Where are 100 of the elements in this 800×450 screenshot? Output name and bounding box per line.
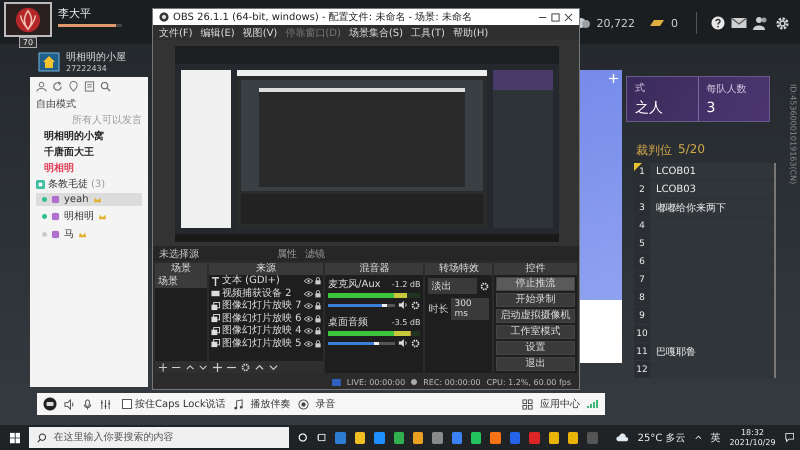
house-icon[interactable] [38, 52, 60, 72]
source-item[interactable]: 图像幻灯片放映 7 [222, 300, 302, 312]
duration-field[interactable]: 300 ms [451, 298, 490, 320]
menu-item[interactable]: 编辑(E) [200, 26, 235, 40]
chevron-up-icon[interactable] [694, 435, 702, 440]
menu-item[interactable]: 场景集合(S) [348, 26, 404, 40]
taskbar-search-field[interactable]: 在这里输入你要搜索的内容 [29, 427, 290, 448]
eye-icon[interactable] [304, 290, 314, 297]
taskbar-app-icon[interactable] [335, 432, 346, 444]
record-button[interactable]: 录音 [316, 397, 336, 411]
help-icon[interactable] [711, 16, 725, 30]
checkbox[interactable] [122, 399, 132, 409]
eye-icon[interactable] [304, 278, 314, 284]
app-center-button[interactable]: 应用中心 [540, 397, 580, 411]
cortana-icon[interactable] [298, 432, 308, 443]
friends-icon[interactable] [753, 16, 769, 30]
accompaniment-button[interactable]: 播放伴奏 [250, 397, 291, 411]
control-button[interactable]: 开始录制 [496, 293, 575, 307]
push-to-talk-checkbox[interactable]: 按住Caps Lock说话 [122, 397, 226, 411]
source-item[interactable]: 图像幻灯片放映 4 [222, 325, 302, 338]
equalizer-icon[interactable] [100, 398, 111, 410]
player-avatar[interactable] [4, 2, 52, 37]
control-button[interactable]: 启动虚拟摄像机 [496, 309, 575, 323]
source-item[interactable]: 图像幻灯片放映 6 [222, 312, 302, 325]
settings-icon[interactable] [480, 282, 490, 290]
menu-item[interactable]: 工具(T) [411, 26, 445, 40]
lock-icon[interactable] [315, 340, 322, 348]
speaker-icon[interactable] [64, 398, 75, 410]
person-icon[interactable] [36, 81, 47, 92]
move-down-icon[interactable] [269, 362, 278, 372]
location-icon[interactable] [68, 81, 79, 92]
taskbar-app-icon[interactable] [354, 432, 366, 444]
lock-icon[interactable] [315, 302, 322, 310]
source-item[interactable]: 文本 (GDI+) [222, 275, 302, 288]
control-button[interactable]: 退出 [496, 357, 575, 371]
source-item[interactable]: 图像幻灯片放映 5 [222, 338, 302, 350]
add-icon[interactable] [213, 362, 222, 372]
taskbar-app-icon[interactable] [374, 432, 385, 444]
filters-button[interactable]: 滤镜 [305, 246, 325, 260]
menu-item[interactable]: 文件(F) [159, 26, 193, 40]
notes-icon[interactable] [84, 81, 95, 92]
settings-icon[interactable] [411, 300, 420, 310]
move-up-icon[interactable] [186, 362, 194, 372]
close-icon[interactable] [564, 12, 573, 22]
menu-item[interactable]: 帮助(H) [452, 26, 488, 40]
lock-icon[interactable] [315, 277, 322, 286]
weather-text[interactable]: 25°C 多云 [638, 430, 686, 444]
lock-icon[interactable] [315, 327, 322, 336]
taskbar-app-icon[interactable] [548, 432, 559, 444]
group-name[interactable]: 条教毛徒 [48, 177, 88, 191]
lock-icon[interactable] [315, 290, 322, 298]
clock-time[interactable]: 18:32 [740, 428, 764, 438]
referee-slot[interactable]: 5 [634, 235, 774, 252]
notification-icon[interactable] [784, 432, 794, 443]
source-item[interactable]: 视频捕获设备 2 [222, 288, 302, 300]
add-icon[interactable] [159, 362, 168, 372]
settings-icon[interactable] [241, 362, 250, 372]
control-button[interactable]: 停止推流 [496, 277, 575, 291]
speaker-icon[interactable] [398, 338, 408, 348]
taskbar-app-icon[interactable] [471, 432, 482, 444]
referee-slot[interactable]: 2 LCOB03 [634, 181, 774, 198]
input-method-indicator[interactable]: 英 [710, 430, 720, 444]
taskbar-app-icon[interactable] [412, 432, 424, 444]
channel-item[interactable]: 明相明的小窝 [36, 129, 142, 143]
channel-item[interactable]: 明相明 [36, 161, 142, 175]
referee-slot[interactable]: 3 嘟嘟给你来两下 [634, 199, 774, 216]
eye-icon[interactable] [304, 303, 314, 310]
search-icon[interactable] [100, 81, 111, 92]
eye-icon[interactable] [304, 316, 314, 322]
mail-icon[interactable] [731, 17, 747, 29]
channel-item[interactable]: 千唐面大王 [36, 145, 142, 159]
lock-icon[interactable] [315, 314, 322, 323]
member-row[interactable]: 马 [36, 226, 142, 242]
taskbar-app-icon[interactable] [432, 432, 443, 444]
control-button[interactable]: 工作室模式 [496, 325, 575, 339]
taskbar-app-icon[interactable] [568, 432, 578, 444]
volume-slider[interactable] [328, 342, 396, 344]
properties-button[interactable]: 属性 [277, 246, 297, 260]
member-row[interactable]: 明相明 [36, 208, 142, 224]
eye-icon[interactable] [304, 328, 314, 334]
maximize-icon[interactable] [551, 12, 560, 22]
transition-dropdown[interactable]: 淡出 [428, 278, 478, 294]
refresh-icon[interactable] [52, 81, 63, 92]
task-view-icon[interactable] [316, 432, 326, 443]
scene-item[interactable]: 场景 [155, 275, 207, 288]
logo-icon[interactable] [43, 397, 57, 411]
taskbar-app-icon[interactable] [452, 432, 462, 444]
settings-icon[interactable] [411, 338, 420, 348]
menu-item[interactable]: 视图(V) [242, 26, 278, 40]
taskbar-app-icon[interactable] [394, 432, 404, 444]
windows-start-icon[interactable] [10, 432, 20, 444]
member-row[interactable]: yeah [36, 193, 142, 206]
control-button[interactable]: 设置 [496, 341, 575, 355]
taskbar-app-icon[interactable] [490, 432, 501, 444]
clock-date[interactable]: 2021/10/29 [729, 438, 776, 448]
referee-slot[interactable]: 1 LCOB01 [634, 163, 774, 180]
referee-slot[interactable]: 4 [634, 217, 774, 234]
eye-icon[interactable] [304, 340, 314, 347]
move-down-icon[interactable] [198, 362, 207, 372]
referee-slot[interactable]: 6 [634, 253, 774, 270]
